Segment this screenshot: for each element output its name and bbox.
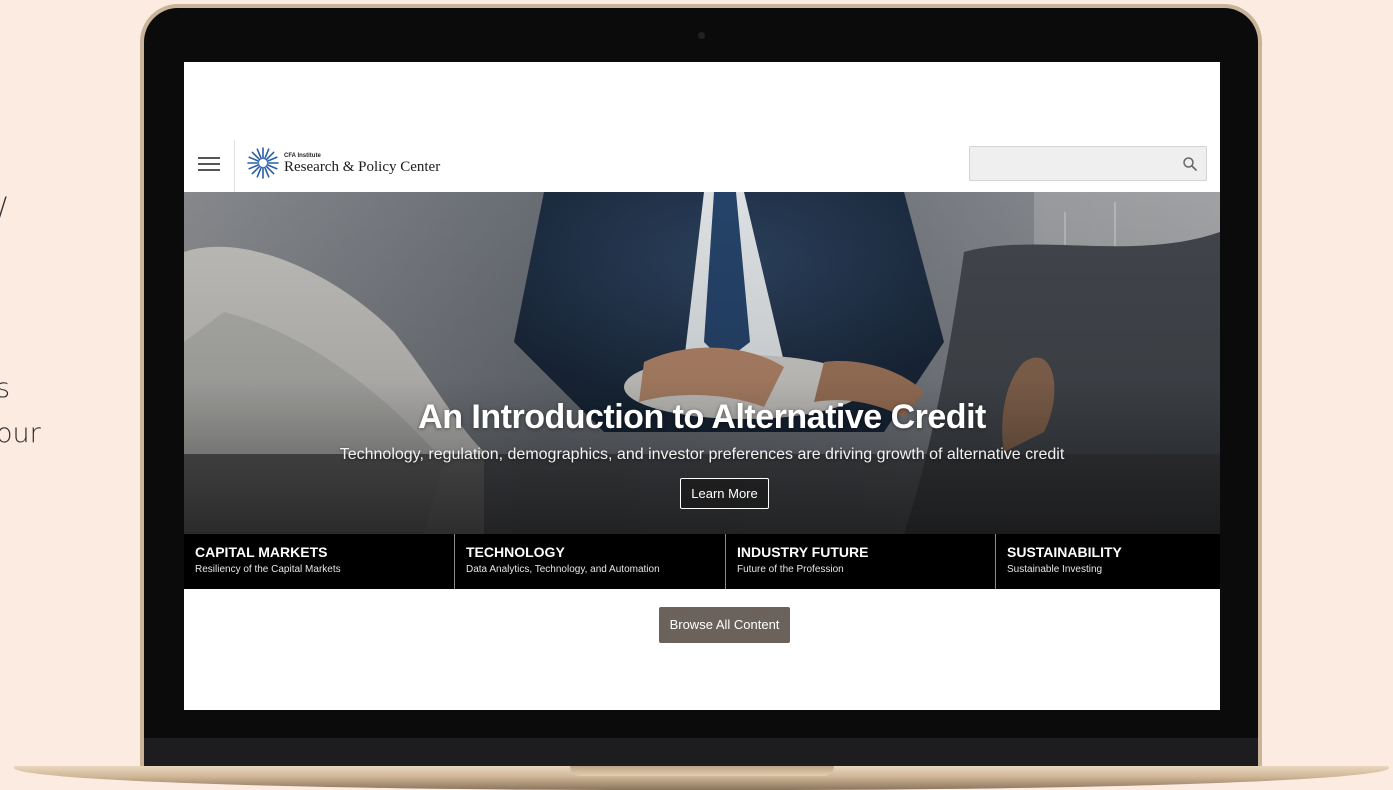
hero-banner: An Introduction to Alternative Credit Te… bbox=[184, 192, 1220, 534]
cfa-globe-logo-icon[interactable] bbox=[246, 146, 280, 180]
category-subtitle: Resiliency of the Capital Markets bbox=[195, 564, 341, 575]
hero-title: An Introduction to Alternative Credit bbox=[418, 398, 986, 436]
laptop-screen: CFA Institute Research & Policy Center A… bbox=[184, 62, 1220, 710]
laptop-camera bbox=[698, 32, 705, 39]
category-title: CAPITAL MARKETS bbox=[195, 544, 328, 560]
category-title: TECHNOLOGY bbox=[466, 544, 565, 560]
hero-subtitle: Technology, regulation, demographics, an… bbox=[339, 446, 1065, 463]
cutoff-text-line-1: / bbox=[0, 192, 7, 223]
category-title: SUSTAINABILITY bbox=[1007, 544, 1122, 560]
site-header: CFA Institute Research & Policy Center bbox=[184, 140, 1220, 192]
search-icon[interactable] bbox=[1182, 156, 1198, 172]
cutoff-text-line-2: s bbox=[0, 373, 11, 404]
cutoff-text-line-3: our bbox=[0, 418, 41, 449]
category-sustainability[interactable]: SUSTAINABILITY Sustainable Investing bbox=[995, 534, 1220, 589]
search-input[interactable] bbox=[978, 153, 1172, 176]
browse-all-content-button[interactable]: Browse All Content bbox=[659, 607, 790, 643]
laptop-hinge-notch bbox=[570, 766, 834, 776]
marketing-stage: / s our bbox=[0, 0, 1393, 790]
logo-site-name[interactable]: Research & Policy Center bbox=[284, 159, 440, 176]
category-subtitle: Future of the Profession bbox=[737, 564, 844, 575]
learn-more-button[interactable]: Learn More bbox=[680, 478, 769, 509]
category-title: INDUSTRY FUTURE bbox=[737, 544, 869, 560]
category-bar: CAPITAL MARKETS Resiliency of the Capita… bbox=[184, 534, 1220, 589]
category-technology[interactable]: TECHNOLOGY Data Analytics, Technology, a… bbox=[454, 534, 725, 589]
search-box bbox=[969, 146, 1207, 181]
category-industry-future[interactable]: INDUSTRY FUTURE Future of the Profession bbox=[725, 534, 995, 589]
category-subtitle: Data Analytics, Technology, and Automati… bbox=[466, 564, 660, 575]
category-capital-markets[interactable]: CAPITAL MARKETS Resiliency of the Capita… bbox=[184, 534, 454, 589]
header-divider bbox=[234, 140, 235, 192]
category-subtitle: Sustainable Investing bbox=[1007, 564, 1103, 575]
hamburger-menu-icon[interactable] bbox=[198, 155, 220, 171]
